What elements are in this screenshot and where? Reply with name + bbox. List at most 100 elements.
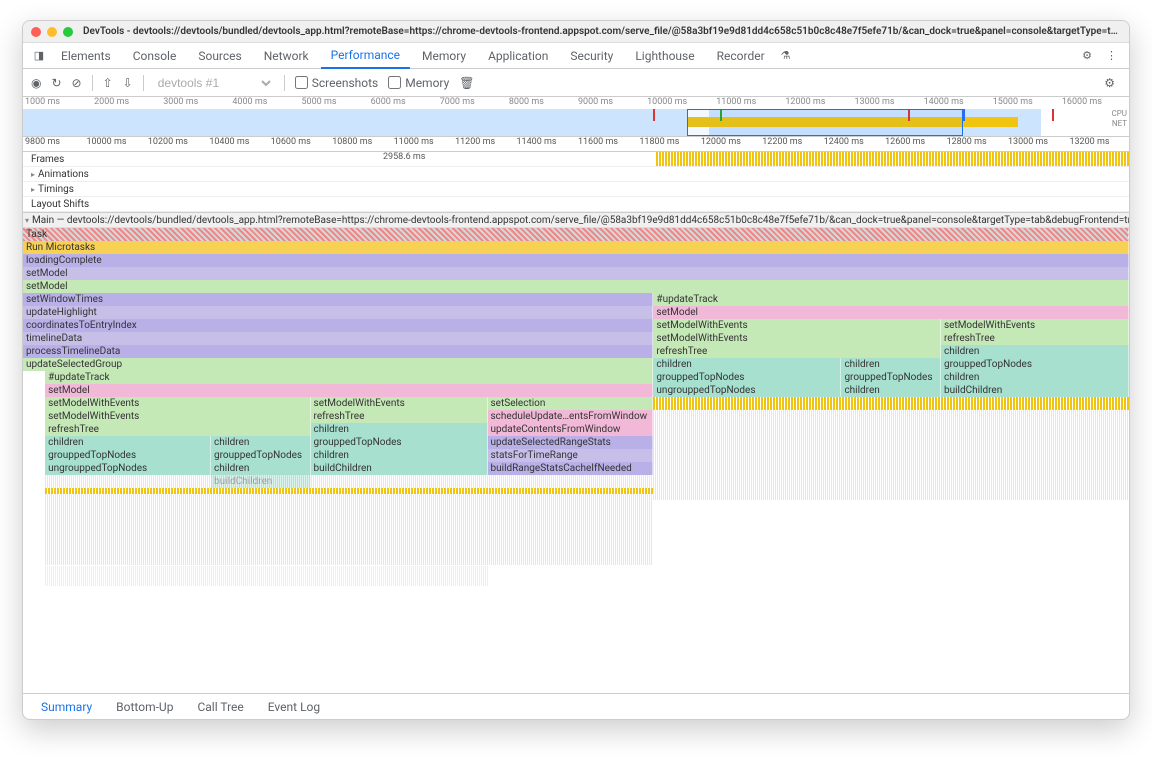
- overview-ticks: 1000 ms2000 ms3000 ms4000 ms 5000 ms6000…: [23, 97, 1129, 109]
- frames-value: 2958.6 ms: [383, 152, 425, 162]
- flame-setmodel2[interactable]: setModel: [23, 280, 1129, 293]
- track-headers: Frames 2958.6 ms ▸Animations ▸Timings La…: [23, 152, 1129, 213]
- flame-bar[interactable]: refreshTree: [653, 345, 941, 358]
- flame-bar[interactable]: ungrouppedTopNodes: [653, 384, 841, 397]
- flame-setwindowtimes[interactable]: setWindowTimes: [23, 293, 653, 306]
- reload-icon[interactable]: ↻: [51, 76, 61, 90]
- flame-timelinedata[interactable]: timelineData: [23, 332, 653, 345]
- flame-bar[interactable]: #updateTrack: [653, 293, 1129, 306]
- panel-tabs: ◨ Elements Console Sources Network Perfo…: [23, 43, 1129, 69]
- flame-bar[interactable]: grouppedTopNodes: [211, 449, 311, 462]
- flame-bar[interactable]: refreshTree: [941, 332, 1129, 345]
- flame-bar[interactable]: grouppedTopNodes: [941, 358, 1129, 371]
- tab-calltree[interactable]: Call Tree: [185, 694, 255, 720]
- flame-bar[interactable]: buildChildren: [311, 462, 488, 475]
- tab-console[interactable]: Console: [123, 43, 187, 69]
- flame-setmodel-l[interactable]: setModel: [45, 384, 653, 397]
- flame-bar[interactable]: buildChildren: [941, 384, 1129, 397]
- flame-bar[interactable]: children: [841, 358, 941, 371]
- overview-minimap[interactable]: 1000 ms2000 ms3000 ms4000 ms 5000 ms6000…: [23, 97, 1129, 137]
- download-icon[interactable]: ⇩: [123, 76, 133, 90]
- perf-toolbar: ◉ ↻ ⊘ ⇧ ⇩ devtools #1 Screenshots Memory…: [23, 69, 1129, 97]
- flame-bar[interactable]: setModelWithEvents: [311, 397, 488, 410]
- trash-icon[interactable]: 🗑: [459, 76, 474, 90]
- flame-bar[interactable]: setModelWithEvents: [45, 397, 310, 410]
- close-icon[interactable]: [31, 27, 41, 37]
- flame-bar[interactable]: children: [211, 436, 311, 449]
- flame-bar[interactable]: scheduleUpdate…entsFromWindow: [488, 410, 654, 423]
- main-thread-header[interactable]: ▾ Main — devtools://devtools/bundled/dev…: [23, 213, 1129, 228]
- flame-task[interactable]: Task: [23, 228, 1129, 241]
- flame-chart[interactable]: Task Run Microtasks loadingComplete setM…: [23, 228, 1129, 693]
- chevron-down-icon[interactable]: ▾: [25, 216, 29, 225]
- tab-sources[interactable]: Sources: [188, 43, 251, 69]
- chevron-right-icon[interactable]: ▸: [31, 185, 35, 194]
- tab-summary[interactable]: Summary: [29, 694, 104, 720]
- screenshots-checkbox[interactable]: Screenshots: [295, 76, 378, 90]
- flame-bar[interactable]: setModelWithEvents: [653, 319, 941, 332]
- timings-track[interactable]: ▸Timings: [23, 182, 1129, 197]
- flame-coords[interactable]: coordinatesToEntryIndex: [23, 319, 653, 332]
- flame-bar[interactable]: setSelection: [488, 397, 654, 410]
- frames-track[interactable]: Frames 2958.6 ms: [23, 152, 1129, 167]
- profile-dropdown[interactable]: devtools #1: [154, 75, 274, 91]
- flame-bar[interactable]: grouppedTopNodes: [653, 371, 841, 384]
- flame-bar[interactable]: children: [311, 423, 488, 436]
- tab-network[interactable]: Network: [254, 43, 319, 69]
- flame-microtasks[interactable]: Run Microtasks: [23, 241, 1129, 254]
- flame-bar[interactable]: children: [653, 358, 841, 371]
- flame-loading[interactable]: loadingComplete: [23, 254, 1129, 267]
- clear-icon[interactable]: ⊘: [72, 76, 82, 90]
- layout-shifts-track[interactable]: Layout Shifts: [23, 197, 1129, 212]
- tab-bottomup[interactable]: Bottom-Up: [104, 694, 185, 720]
- flame-bar[interactable]: buildRangeStatsCacheIfNeeded: [488, 462, 654, 475]
- more-icon[interactable]: ⋮: [1100, 49, 1123, 62]
- animations-track[interactable]: ▸Animations: [23, 167, 1129, 182]
- experiment-icon: ⚗: [777, 49, 791, 62]
- tab-security[interactable]: Security: [560, 43, 623, 69]
- flame-bar[interactable]: updateSelectedRangeStats: [488, 436, 654, 449]
- flame-bar[interactable]: setModelWithEvents: [653, 332, 941, 345]
- flame-updatetrack-l[interactable]: #updateTrack: [45, 371, 653, 384]
- flame-updatesel[interactable]: updateSelectedGroup: [23, 358, 653, 371]
- flame-bar[interactable]: setModelWithEvents: [45, 410, 310, 423]
- tab-recorder[interactable]: Recorder: [707, 43, 775, 69]
- flame-bar[interactable]: grouppedTopNodes: [45, 449, 211, 462]
- flame-setmodel1[interactable]: setModel: [23, 267, 1129, 280]
- flame-bar[interactable]: setModel: [653, 306, 1129, 319]
- title-bar: DevTools - devtools://devtools/bundled/d…: [23, 21, 1129, 43]
- flame-bar[interactable]: statsForTimeRange: [488, 449, 654, 462]
- flame-bar[interactable]: ungrouppedTopNodes: [45, 462, 211, 475]
- tab-performance[interactable]: Performance: [321, 43, 410, 69]
- flame-bar[interactable]: updateContentsFromWindow: [488, 423, 654, 436]
- tab-memory[interactable]: Memory: [412, 43, 476, 69]
- perf-settings-icon[interactable]: ⚙: [1098, 76, 1121, 90]
- flame-bar[interactable]: children: [941, 345, 1129, 358]
- tab-application[interactable]: Application: [478, 43, 558, 69]
- tab-elements[interactable]: Elements: [51, 43, 121, 69]
- record-icon[interactable]: ◉: [31, 76, 41, 90]
- flame-bar[interactable]: children: [45, 436, 211, 449]
- flame-bar[interactable]: setModelWithEvents: [941, 319, 1129, 332]
- flame-bar[interactable]: children: [841, 384, 941, 397]
- upload-icon[interactable]: ⇧: [103, 76, 113, 90]
- flame-bar[interactable]: grouppedTopNodes: [311, 436, 488, 449]
- flame-bar[interactable]: children: [941, 371, 1129, 384]
- zoom-icon[interactable]: [63, 27, 73, 37]
- tab-eventlog[interactable]: Event Log: [256, 694, 332, 720]
- window-title: DevTools - devtools://devtools/bundled/d…: [83, 26, 1121, 37]
- chevron-right-icon[interactable]: ▸: [31, 170, 35, 179]
- overview-selection[interactable]: [687, 109, 964, 136]
- flame-bar[interactable]: refreshTree: [45, 423, 310, 436]
- tab-lighthouse[interactable]: Lighthouse: [625, 43, 704, 69]
- flame-bar[interactable]: children: [311, 449, 488, 462]
- inspect-icon[interactable]: ◨: [29, 49, 49, 62]
- settings-icon[interactable]: ⚙: [1076, 49, 1098, 62]
- flame-bar[interactable]: children: [211, 462, 311, 475]
- flame-bar[interactable]: grouppedTopNodes: [841, 371, 941, 384]
- flame-updatehighlight[interactable]: updateHighlight: [23, 306, 653, 319]
- flame-process[interactable]: processTimelineData: [23, 345, 653, 358]
- flame-bar[interactable]: refreshTree: [311, 410, 488, 423]
- memory-checkbox[interactable]: Memory: [388, 76, 449, 90]
- minimize-icon[interactable]: [47, 27, 57, 37]
